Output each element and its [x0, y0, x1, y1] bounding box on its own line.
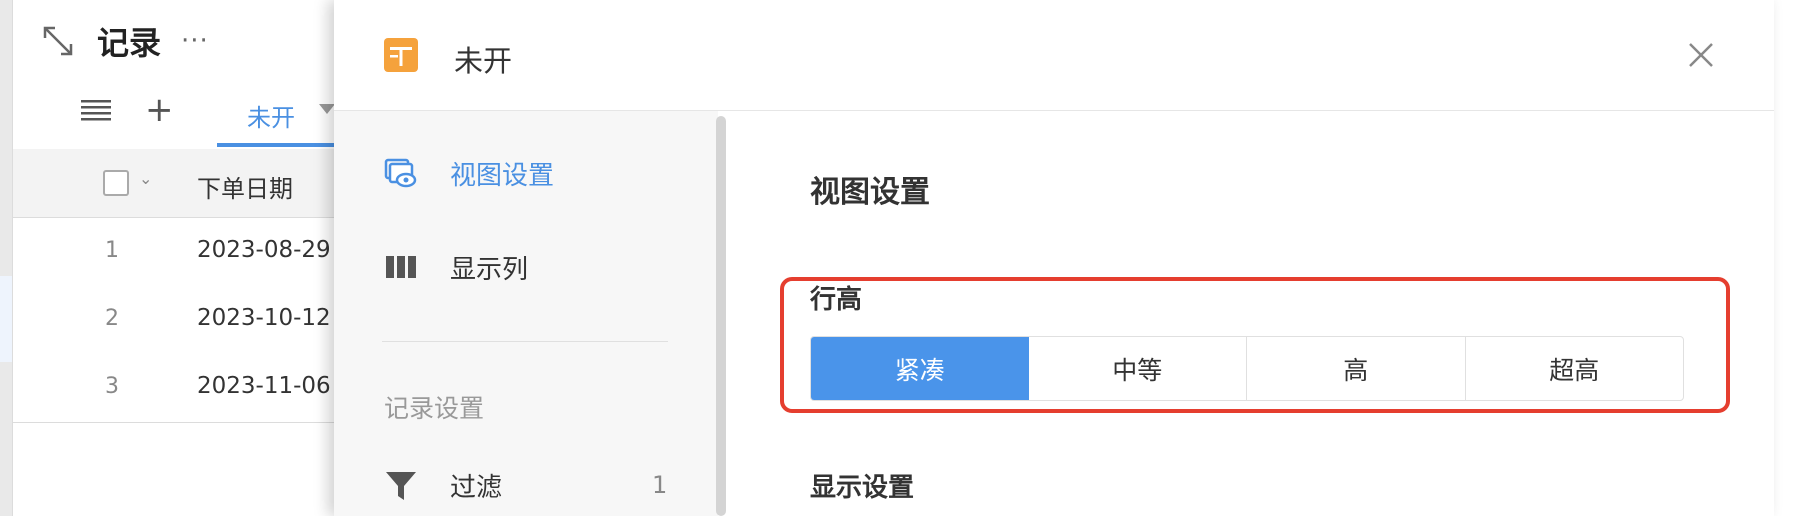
sidebar-divider	[382, 341, 668, 342]
add-view-icon[interactable]: +	[145, 90, 174, 130]
dialog-header: 未开	[334, 0, 1774, 111]
row-date: 2023-08-29	[197, 237, 331, 263]
tab-dropdown-icon[interactable]	[319, 104, 335, 114]
row-height-compact-button[interactable]: 紧凑	[811, 337, 1029, 400]
sidebar-item-view-settings[interactable]: 视图设置	[384, 153, 554, 193]
table-header: ⌄ 下单日期	[13, 149, 373, 218]
sidebar-item-label: 视图设置	[450, 160, 555, 191]
column-header-order-date[interactable]: 下单日期	[197, 169, 293, 204]
sidebar-item-label: 显示列	[450, 254, 529, 285]
filter-icon	[384, 468, 418, 502]
select-all-checkbox[interactable]	[103, 170, 129, 196]
row-date: 2023-10-12	[197, 305, 331, 331]
filter-count: 1	[652, 471, 668, 499]
row-index: 2	[105, 306, 119, 331]
select-dropdown-icon[interactable]: ⌄	[139, 169, 152, 188]
sidebar-item-filter[interactable]: 过滤	[384, 465, 502, 505]
row-index: 3	[105, 374, 119, 399]
table-row[interactable]: 1 2023-08-29	[13, 218, 373, 287]
list-menu-icon[interactable]	[81, 98, 111, 124]
sidebar-scrollbar[interactable]	[716, 116, 726, 516]
tab-weikai[interactable]: 未开	[247, 98, 295, 133]
row-height-medium-button[interactable]: 中等	[1029, 337, 1247, 400]
close-icon[interactable]	[1686, 40, 1716, 70]
sidebar-section-title: 记录设置	[384, 394, 485, 423]
dialog-title: 未开	[454, 44, 513, 78]
page-title: 记录	[97, 24, 162, 62]
view-settings-dialog: 未开 视图设置 显示列 记录设置 过滤 1 视图设置 行高 紧凑 中等 高 超高…	[334, 0, 1774, 516]
display-settings-label: 显示设置	[810, 473, 915, 503]
row-index: 1	[105, 238, 119, 263]
table-row[interactable]: 3 2023-11-06	[13, 354, 373, 423]
expand-icon[interactable]	[41, 24, 75, 58]
columns-icon	[384, 250, 418, 284]
row-height-high-button[interactable]: 高	[1247, 337, 1466, 400]
sidebar-item-display-columns[interactable]: 显示列	[384, 247, 528, 287]
sidebar-item-label: 过滤	[450, 472, 503, 503]
settings-content: 视图设置 行高 紧凑 中等 高 超高 显示设置	[730, 111, 1774, 516]
active-tab-indicator	[217, 143, 337, 147]
settings-sidebar: 视图设置 显示列 记录设置 过滤 1	[334, 111, 718, 516]
row-height-label: 行高	[810, 285, 863, 315]
row-height-extra-high-button[interactable]: 超高	[1466, 337, 1684, 400]
more-options-icon[interactable]: ···	[181, 26, 209, 56]
row-height-selector[interactable]: 紧凑 中等 高 超高	[810, 336, 1684, 401]
section-title: 视图设置	[810, 175, 930, 210]
background-row-highlight	[0, 276, 12, 362]
view-settings-icon	[384, 156, 418, 190]
table-app-icon	[384, 38, 418, 72]
row-date: 2023-11-06	[197, 373, 331, 399]
table-row[interactable]: 2 2023-10-12	[13, 286, 373, 355]
